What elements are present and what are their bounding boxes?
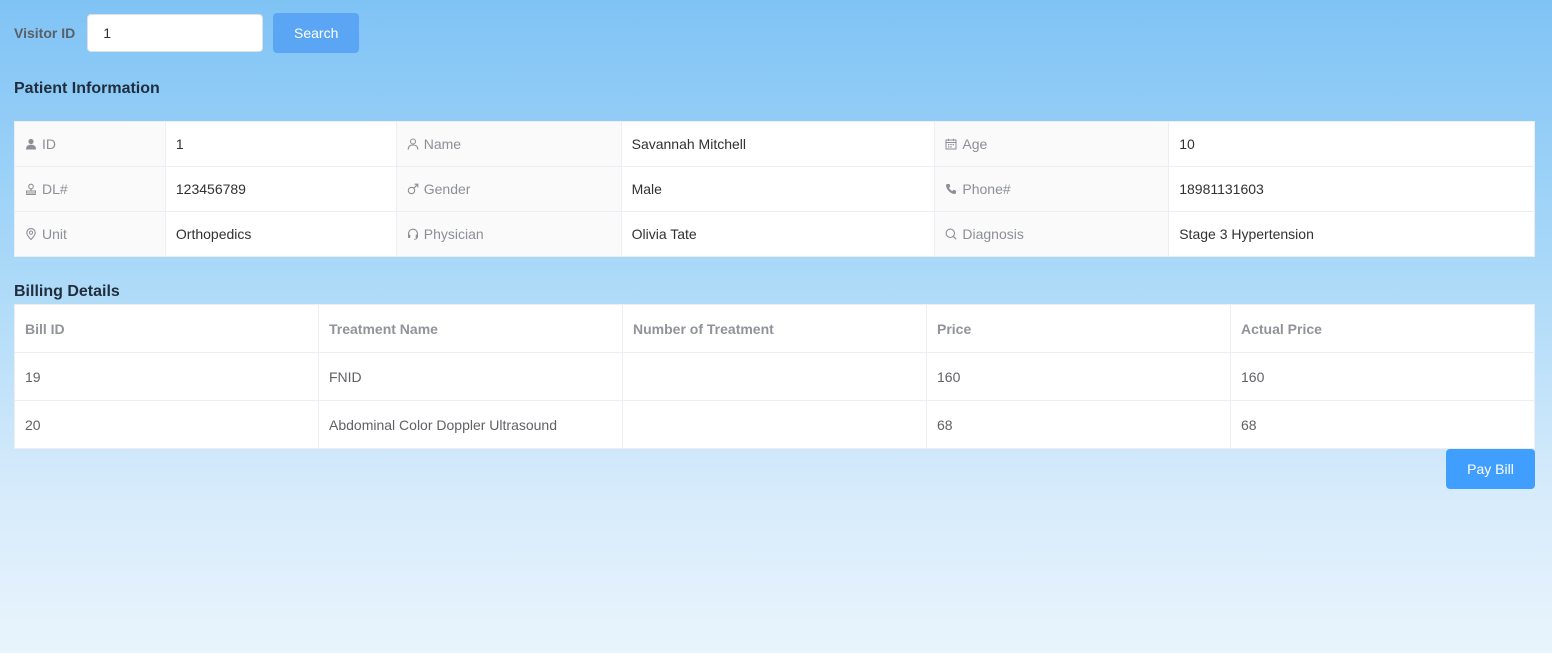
physician-label-cell: Physician xyxy=(395,211,622,257)
search-icon xyxy=(945,228,957,240)
diagnosis-value: Stage 3 Hypertension xyxy=(1168,211,1535,257)
gender-label: Gender xyxy=(423,181,471,197)
male-icon xyxy=(407,183,419,195)
patient-information-table: ID 1 Name Savannah Mitchell Age 10 DL# 1… xyxy=(14,121,1535,257)
id-value: 1 xyxy=(164,121,397,167)
phone-label-cell: Phone# xyxy=(934,166,1170,212)
unit-label: Unit xyxy=(42,226,67,242)
search-bar: Visitor ID Search xyxy=(14,13,360,53)
actual-price-cell: 68 xyxy=(1230,400,1535,449)
phone-value: 18981131603 xyxy=(1168,166,1535,212)
age-label: Age xyxy=(962,136,988,152)
location-icon xyxy=(26,228,36,240)
bill-id-cell: 20 xyxy=(14,400,319,449)
treatment-name-cell: FNID xyxy=(318,352,623,401)
diagnosis-label: Diagnosis xyxy=(962,226,1024,242)
actual-price-cell: 160 xyxy=(1230,352,1535,401)
column-header-number-of-treatment[interactable]: Number of Treatment xyxy=(622,304,927,353)
bill-id-cell: 19 xyxy=(14,352,319,401)
gender-value: Male xyxy=(620,166,936,212)
treatment-name-cell: Abdominal Color Doppler Ultrasound xyxy=(318,400,623,449)
phone-label: Phone# xyxy=(962,181,1011,197)
physician-value: Olivia Tate xyxy=(620,211,936,257)
dl-value: 123456789 xyxy=(164,166,397,212)
search-button[interactable]: Search xyxy=(273,13,360,53)
gender-label-cell: Gender xyxy=(395,166,622,212)
visitor-id-label: Visitor ID xyxy=(14,25,76,41)
price-cell: 68 xyxy=(926,400,1231,449)
calendar-icon xyxy=(945,138,957,150)
dl-label: DL# xyxy=(42,181,68,197)
id-label-cell: ID xyxy=(14,121,166,167)
diagnosis-label-cell: Diagnosis xyxy=(934,211,1170,257)
user-icon xyxy=(407,138,419,150)
age-label-cell: Age xyxy=(934,121,1170,167)
number-of-treatment-cell xyxy=(622,400,927,449)
patient-row: ID 1 Name Savannah Mitchell Age 10 xyxy=(14,121,1535,167)
patient-information-title: Patient Information xyxy=(14,80,160,97)
physician-label: Physician xyxy=(423,226,484,242)
id-label: ID xyxy=(42,136,56,152)
patient-row: DL# 123456789 Gender Male Phone# 1898113… xyxy=(14,166,1535,212)
column-header-treatment-name[interactable]: Treatment Name xyxy=(318,304,623,353)
visitor-id-input[interactable] xyxy=(87,14,264,52)
column-header-bill-id[interactable]: Bill ID xyxy=(14,304,319,353)
user-filled-icon xyxy=(26,138,36,150)
table-row[interactable]: 19 FNID 160 160 xyxy=(14,352,1535,401)
patient-row: Unit Orthopedics Physician Olivia Tate D… xyxy=(14,211,1535,257)
table-row[interactable]: 20 Abdominal Color Doppler Ultrasound 68… xyxy=(14,400,1535,449)
column-header-actual-price[interactable]: Actual Price xyxy=(1230,304,1535,353)
name-label: Name xyxy=(423,136,462,152)
number-of-treatment-cell xyxy=(622,352,927,401)
phone-icon xyxy=(946,184,957,194)
price-cell: 160 xyxy=(926,352,1231,401)
headset-icon xyxy=(407,228,418,240)
billing-header-row: Bill ID Treatment Name Number of Treatme… xyxy=(14,304,1535,353)
age-value: 10 xyxy=(1168,121,1535,167)
unit-label-cell: Unit xyxy=(14,211,166,257)
pay-bill-button[interactable]: Pay Bill xyxy=(1446,449,1535,489)
unit-value: Orthopedics xyxy=(164,211,397,257)
dl-label-cell: DL# xyxy=(14,166,166,212)
name-label-cell: Name xyxy=(395,121,622,167)
billing-table: Bill ID Treatment Name Number of Treatme… xyxy=(14,304,1535,449)
name-value: Savannah Mitchell xyxy=(620,121,936,167)
column-header-price[interactable]: Price xyxy=(926,304,1231,353)
stamp-icon xyxy=(26,183,36,195)
billing-details-title: Billing Details xyxy=(14,283,120,300)
